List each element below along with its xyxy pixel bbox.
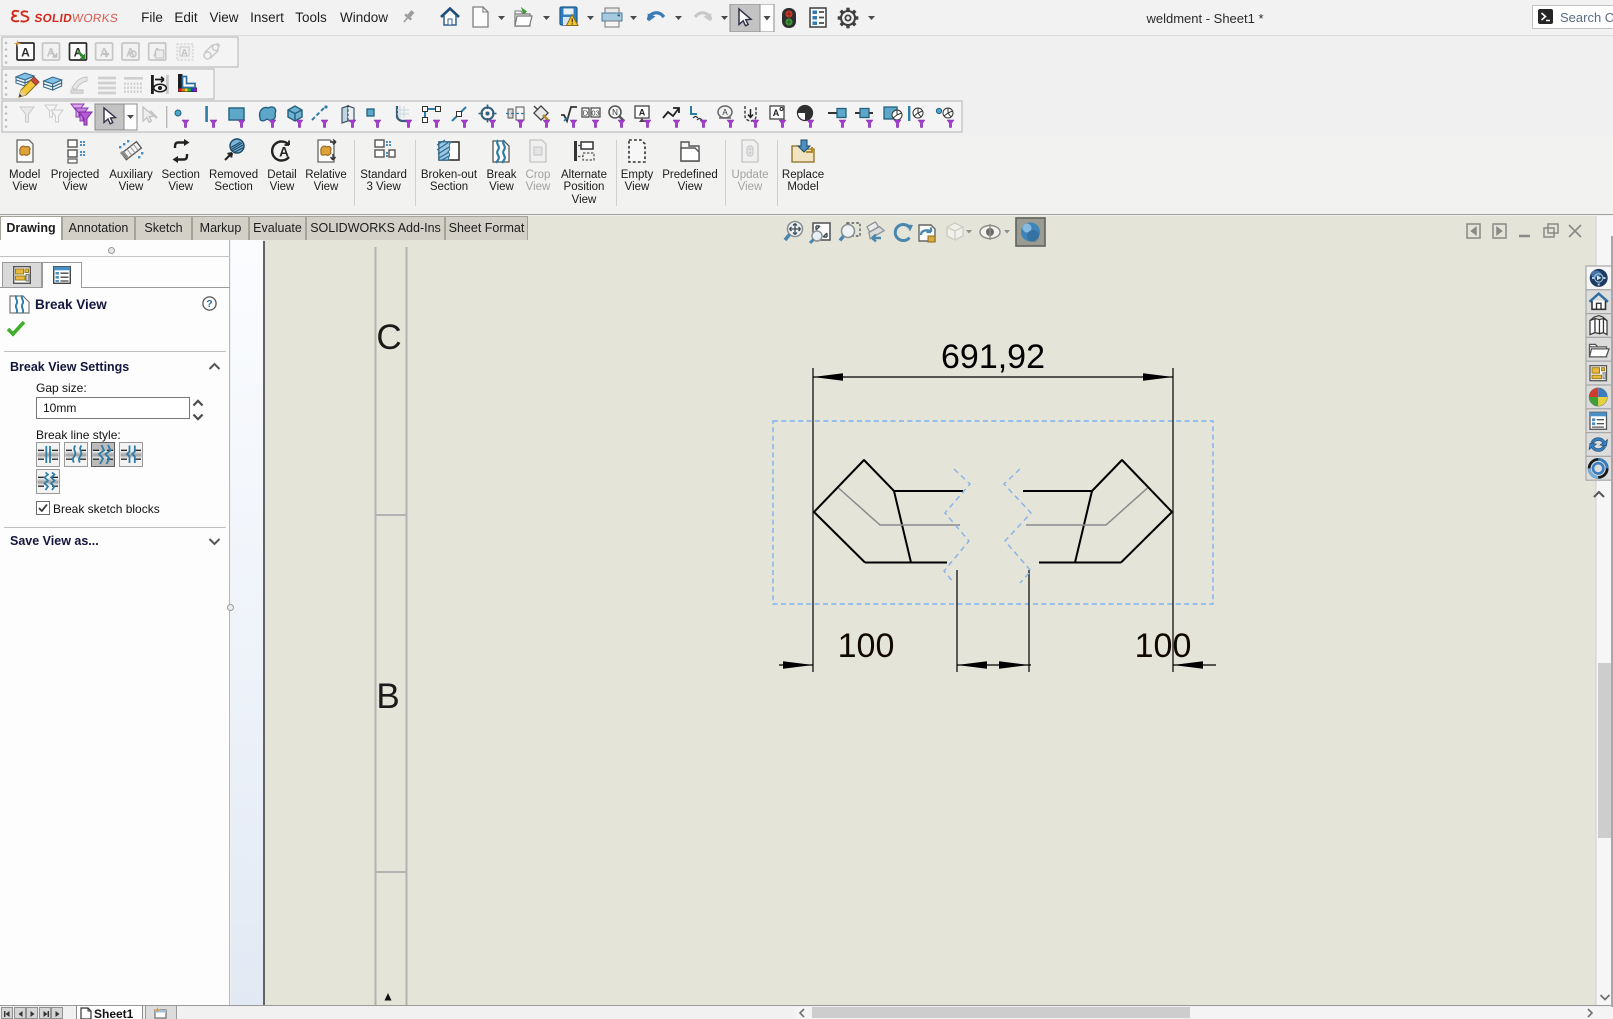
svg-text:B: B xyxy=(376,677,399,716)
svg-text:03: 03 xyxy=(591,109,599,118)
svg-text:C: C xyxy=(376,318,401,357)
svg-text:A: A xyxy=(639,108,646,118)
svg-text:A: A xyxy=(773,108,780,118)
svg-text:100: 100 xyxy=(838,627,895,665)
svg-text:!: ! xyxy=(571,18,574,27)
svg-text:D: D xyxy=(583,109,589,118)
svg-text:N: N xyxy=(612,108,618,117)
svg-text:A: A xyxy=(181,48,188,58)
svg-text:100: 100 xyxy=(1135,627,1192,665)
svg-text:SOLIDWORKS: SOLIDWORKS xyxy=(34,11,120,25)
svg-text:A: A xyxy=(100,46,109,60)
svg-text:A: A xyxy=(722,108,728,117)
svg-text:691,92: 691,92 xyxy=(941,338,1045,376)
svg-text:A: A xyxy=(21,46,30,60)
svg-text:?: ? xyxy=(206,298,212,310)
